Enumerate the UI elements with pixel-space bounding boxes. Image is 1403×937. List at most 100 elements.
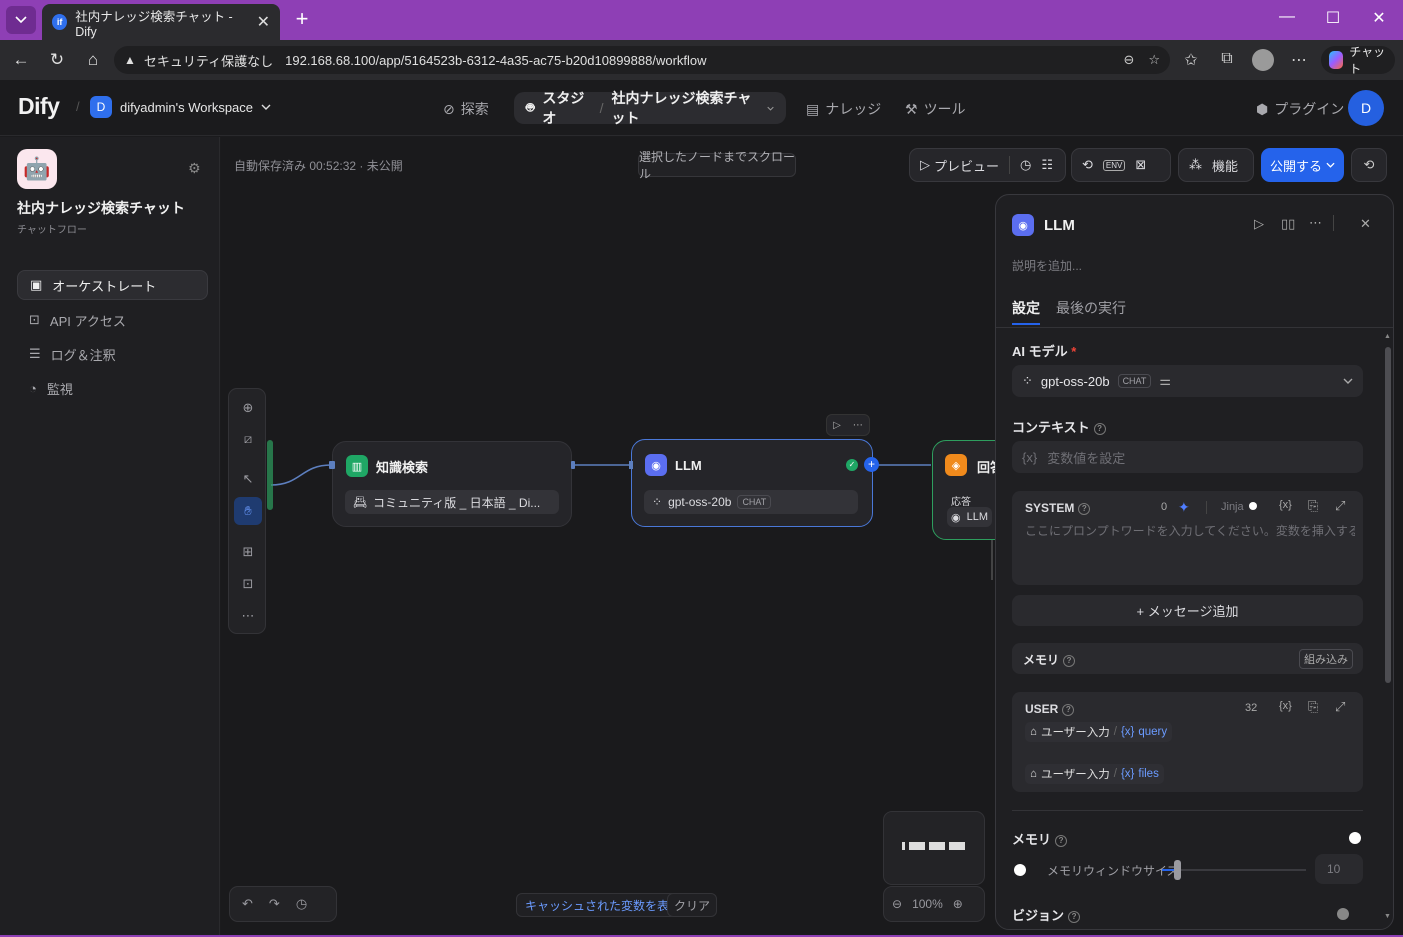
new-tab-button[interactable]: +: [290, 8, 314, 32]
add-message-button[interactable]: + メッセージ追加: [1012, 595, 1363, 626]
browser-tab[interactable]: if 社内ナレッジ検索チャット - Dify ✕: [42, 4, 280, 40]
global-vars-icon[interactable]: ⊠: [1135, 157, 1146, 173]
help-icon[interactable]: ?: [1063, 654, 1076, 667]
variable-chip-query[interactable]: ⌂ ユーザー入力 / {x} query: [1025, 722, 1173, 742]
expand-icon[interactable]: ⤢: [1335, 699, 1345, 715]
scroll-up-icon[interactable]: ▲: [1384, 333, 1391, 340]
undo-redo-toolbar: ↶ ↷ ◷: [229, 886, 337, 922]
tab-settings[interactable]: 設定: [1012, 298, 1040, 318]
home-icon[interactable]: ⌂: [82, 49, 104, 71]
profile-avatar[interactable]: [1252, 49, 1274, 71]
features-button[interactable]: ⁂ 機能: [1178, 148, 1254, 182]
current-app-name[interactable]: 社内ナレッジ検索チャット: [612, 88, 759, 128]
sidebar-item-logs[interactable]: ☰ ログ＆注釈: [17, 339, 208, 369]
nav-tools[interactable]: ⚒ ツール: [905, 99, 966, 119]
redo-icon[interactable]: ↷: [269, 896, 280, 912]
more-icon[interactable]: ⋯: [238, 606, 258, 626]
preview-button[interactable]: ▷ プレビュー: [920, 156, 999, 175]
nav-plugins[interactable]: ⬢ プラグイン: [1256, 99, 1344, 119]
minimap-nodes: [902, 842, 968, 850]
memory-window-input[interactable]: 10: [1315, 854, 1363, 884]
node-input-handle[interactable]: [629, 461, 633, 469]
node-config-panel: ◉ LLM ▷ ▯▯ ⋯ ✕ 説明を追加... 設定 最後の実行 AI モデル …: [995, 194, 1394, 930]
variable-chip-files[interactable]: ⌂ ユーザー入力 / {x} files: [1025, 764, 1164, 784]
description-input[interactable]: 説明を追加...: [1012, 257, 1082, 274]
address-bar[interactable]: ▲ セキュリティ保護なし 192.168.68.100/app/5164523b…: [114, 46, 1170, 74]
workspace-switcher[interactable]: D difyadmin's Workspace: [90, 96, 271, 118]
context-variable-input[interactable]: {x} 変数値を設定: [1012, 441, 1363, 473]
zoom-level[interactable]: 100%: [912, 897, 943, 911]
model-selector[interactable]: ⁘ gpt-oss-20b CHAT ⚌: [1012, 365, 1363, 397]
sidebar-item-orchestrate[interactable]: ▣ オーケストレート: [17, 270, 208, 300]
favorite-star-icon[interactable]: ☆: [1148, 52, 1160, 68]
scroll-down-icon[interactable]: ▼: [1384, 913, 1391, 920]
history-icon[interactable]: ◷: [296, 896, 307, 912]
show-cached-variables-button[interactable]: キャッシュされた変数を表示: [516, 893, 691, 917]
system-prompt-editor[interactable]: SYSTEM? 0 ✦ Jinja {x} ⎘ ⤢ ここにプロンプトワードを入力…: [1012, 491, 1363, 585]
help-icon[interactable]: ?: [1055, 834, 1068, 847]
knowledge-retrieval-node[interactable]: ▥ 知識検索 📇︎ コミュニティ版 _ 日本語 _ Di...: [332, 441, 572, 527]
reader-mode-icon[interactable]: ⊖: [1123, 52, 1134, 68]
dify-logo[interactable]: Dify: [18, 93, 60, 120]
minimize-window-button[interactable]: —: [1272, 8, 1302, 26]
help-doc-icon[interactable]: ▯▯: [1281, 216, 1295, 232]
zoom-out-icon[interactable]: ⊖: [892, 897, 902, 911]
nav-studio[interactable]: 🤖︎ スタジオ / 社内ナレッジ検索チャット: [514, 90, 786, 126]
sidebar-item-monitoring[interactable]: ◔ 監視: [17, 373, 208, 403]
add-next-node-icon[interactable]: +: [864, 457, 879, 472]
tab-list-dropdown-button[interactable]: [6, 6, 36, 34]
minimap[interactable]: [883, 811, 985, 885]
favorites-icon[interactable]: ✩: [1180, 50, 1202, 70]
sidebar-settings-icon[interactable]: ⚙: [188, 160, 201, 177]
maximize-window-button[interactable]: ☐: [1318, 8, 1348, 28]
back-arrow-icon[interactable]: ←: [10, 49, 32, 71]
more-icon[interactable]: ⋯: [1309, 215, 1322, 231]
zoom-in-icon[interactable]: ⊕: [953, 897, 963, 911]
close-tab-icon[interactable]: ✕: [257, 12, 270, 32]
user-avatar[interactable]: D: [1348, 90, 1384, 126]
conversation-vars-icon[interactable]: ⟲: [1082, 157, 1093, 173]
close-panel-icon[interactable]: ✕: [1360, 216, 1371, 232]
nav-knowledge[interactable]: ▤ ナレッジ: [806, 99, 881, 119]
run-node-icon[interactable]: ▷: [833, 420, 841, 431]
model-provider-icon: ⁘: [1022, 373, 1033, 388]
clear-cache-button[interactable]: クリア: [667, 893, 718, 917]
model-params-icon[interactable]: ⚌: [1159, 373, 1171, 389]
memory-window-slider-thumb[interactable]: [1174, 860, 1181, 880]
copy-icon[interactable]: ⎘: [1308, 498, 1318, 514]
node-output-handle[interactable]: [571, 461, 575, 469]
node-more-icon[interactable]: ⋯: [853, 420, 863, 431]
help-icon[interactable]: ?: [1078, 502, 1091, 515]
help-icon[interactable]: ?: [1062, 703, 1075, 716]
collections-icon[interactable]: ⧉: [1216, 50, 1238, 68]
node-input-handle[interactable]: [329, 461, 335, 469]
run-icon[interactable]: ▷: [1254, 216, 1264, 232]
undo-icon[interactable]: ↶: [242, 896, 253, 912]
close-window-button[interactable]: ✕: [1364, 8, 1394, 28]
checklist-icon[interactable]: ◷: [1020, 157, 1031, 173]
more-menu-icon[interactable]: ⋯: [1288, 50, 1310, 70]
required-mark: *: [1071, 344, 1077, 359]
help-icon[interactable]: ?: [1068, 910, 1081, 923]
scroll-to-node-button[interactable]: 選択したノードまでスクロール: [638, 150, 796, 181]
variables-icon[interactable]: ☷: [1041, 157, 1053, 173]
sidebar-item-api-access[interactable]: ⊡ API アクセス: [17, 305, 208, 335]
memory-window-slider-track[interactable]: [1162, 869, 1306, 871]
sparkle-icon[interactable]: ✦: [1178, 499, 1190, 516]
version-history-button[interactable]: ⟲: [1351, 148, 1387, 182]
insert-variable-icon[interactable]: {x}: [1279, 499, 1292, 511]
reload-icon[interactable]: ↻: [46, 49, 68, 71]
copy-icon[interactable]: ⎘: [1308, 699, 1318, 715]
llm-node[interactable]: ◉ LLM ✓ ⁘ gpt-oss-20b CHAT: [631, 439, 873, 527]
insert-variable-icon[interactable]: {x}: [1279, 700, 1292, 712]
user-prompt-editor[interactable]: USER? 32 {x} ⎘ ⤢ ⌂ ユーザー入力 / {x} query ⌂ ユ…: [1012, 692, 1363, 792]
panel-title[interactable]: LLM: [1044, 217, 1075, 234]
panel-scrollbar-thumb[interactable]: [1385, 347, 1391, 683]
nav-explore[interactable]: ⊘ 探索: [443, 99, 489, 119]
tab-last-run[interactable]: 最後の実行: [1056, 298, 1126, 318]
copilot-chat-button[interactable]: チャット: [1321, 45, 1395, 76]
help-icon[interactable]: ?: [1093, 422, 1106, 435]
expand-icon[interactable]: ⤢: [1335, 498, 1345, 514]
env-vars-icon[interactable]: ENV: [1102, 159, 1126, 171]
publish-button[interactable]: 公開する: [1261, 148, 1344, 182]
